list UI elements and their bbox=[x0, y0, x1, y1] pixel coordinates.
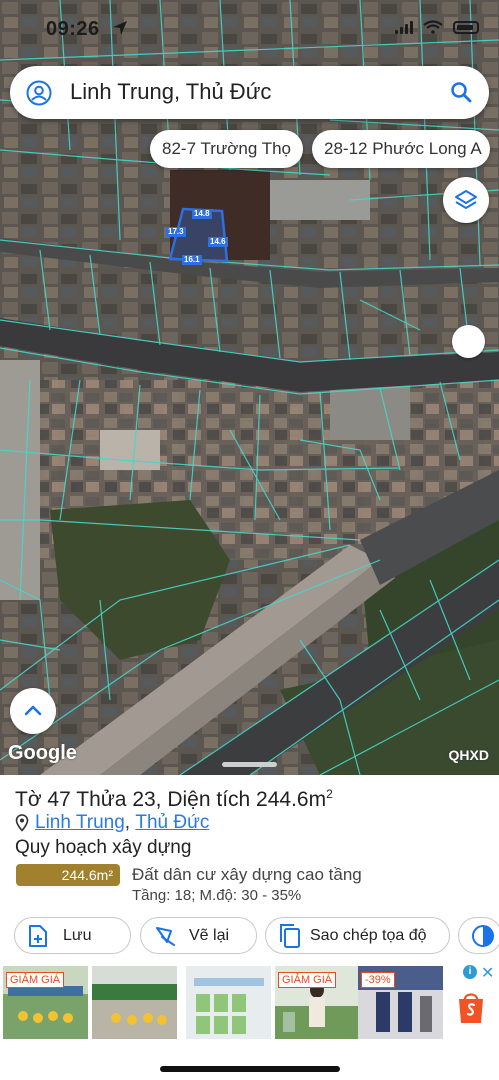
wifi-icon bbox=[423, 20, 443, 34]
ad-product-tile[interactable]: GIẢM GIÁ bbox=[3, 966, 88, 1039]
save-button[interactable]: Lưu bbox=[14, 917, 131, 954]
add-file-icon bbox=[29, 924, 47, 947]
parcel-location: Linh Trung, Thủ Đức bbox=[15, 812, 209, 834]
ad-product-tile[interactable] bbox=[92, 966, 177, 1039]
copy-coordinates-button[interactable]: Sao chép tọa độ bbox=[265, 917, 450, 954]
save-label: Lưu bbox=[63, 926, 92, 944]
contrast-button[interactable] bbox=[458, 917, 499, 954]
ad-close-icon[interactable]: ✕ bbox=[481, 963, 494, 983]
ad-product-image bbox=[186, 966, 271, 1039]
parcel-dim-top: 14.8 bbox=[192, 209, 212, 219]
area-badge: 244.6m² bbox=[16, 864, 120, 886]
contrast-icon bbox=[472, 924, 494, 947]
ad-product-tile[interactable]: GIẢM GIÁ bbox=[275, 966, 360, 1039]
map-view[interactable]: 14.8 17.3 14.6 16.1 09:26 Linh Trung, Th bbox=[0, 0, 499, 775]
city-link[interactable]: Thủ Đức bbox=[135, 812, 209, 834]
ad-info-icon[interactable]: i bbox=[463, 965, 477, 979]
planning-heading: Quy hoạch xây dựng bbox=[15, 837, 192, 858]
parcel-dim-bottom: 16.1 bbox=[182, 255, 202, 265]
search-bar[interactable]: Linh Trung, Thủ Đức bbox=[10, 66, 489, 119]
ad-product-tile[interactable] bbox=[186, 966, 271, 1039]
copy-coordinates-label: Sao chép tọa độ bbox=[310, 926, 427, 944]
draw-pen-icon bbox=[156, 926, 175, 946]
ad-banner[interactable]: GIẢM GIÁ GIẢM GIÁ -39% i ✕ bbox=[0, 963, 499, 1080]
layers-icon bbox=[455, 190, 477, 209]
parcel-title: Tờ 47 Thửa 23, Diện tích 244.6m2 bbox=[15, 787, 333, 811]
account-icon[interactable] bbox=[26, 80, 52, 106]
ad-product-image bbox=[92, 966, 177, 1039]
land-use-type: Đất dân cư xây dựng cao tầng bbox=[132, 865, 362, 884]
ward-link[interactable]: Linh Trung bbox=[35, 812, 125, 834]
parcel-dim-left: 17.3 bbox=[166, 227, 186, 237]
redraw-button[interactable]: Vẽ lại bbox=[140, 917, 257, 954]
ad-product-tile[interactable]: -39% bbox=[358, 966, 443, 1039]
shop-bag-icon[interactable] bbox=[456, 989, 486, 1025]
search-query[interactable]: Linh Trung, Thủ Đức bbox=[70, 79, 271, 105]
discount-tag: -39% bbox=[361, 972, 395, 988]
sale-tag: GIẢM GIÁ bbox=[278, 972, 337, 988]
expand-up-button[interactable] bbox=[10, 688, 56, 734]
redraw-label: Vẽ lại bbox=[189, 926, 230, 944]
sheet-drag-handle[interactable] bbox=[222, 762, 277, 767]
sale-tag: GIẢM GIÁ bbox=[6, 972, 65, 988]
status-time: 09:26 bbox=[46, 18, 100, 40]
google-attribution: Google bbox=[8, 742, 77, 764]
copy-icon bbox=[280, 923, 300, 948]
location-arrow-icon bbox=[113, 21, 127, 35]
home-indicator[interactable] bbox=[160, 1066, 340, 1072]
layers-button[interactable] bbox=[443, 177, 489, 223]
overlay-layer-label: QHXD bbox=[448, 747, 489, 763]
suggestion-chip[interactable]: 28-12 Phước Long A bbox=[312, 130, 490, 168]
opacity-slider-handle[interactable] bbox=[452, 325, 485, 358]
parcel-dim-right: 14.6 bbox=[208, 237, 228, 247]
search-icon[interactable] bbox=[449, 80, 473, 104]
status-bar: 09:26 bbox=[0, 0, 499, 56]
chevron-up-icon bbox=[24, 705, 42, 716]
parcel-info-panel: Tờ 47 Thửa 23, Diện tích 244.6m2 Linh Tr… bbox=[0, 775, 499, 963]
land-use-detail: Tầng: 18; M.độ: 30 - 35% bbox=[132, 887, 302, 904]
suggestion-chip[interactable]: 82-7 Trường Thọ bbox=[150, 130, 303, 168]
location-separator: , bbox=[124, 812, 136, 833]
signal-icon bbox=[395, 20, 413, 34]
battery-icon bbox=[453, 20, 479, 34]
location-pin-icon bbox=[15, 814, 29, 832]
